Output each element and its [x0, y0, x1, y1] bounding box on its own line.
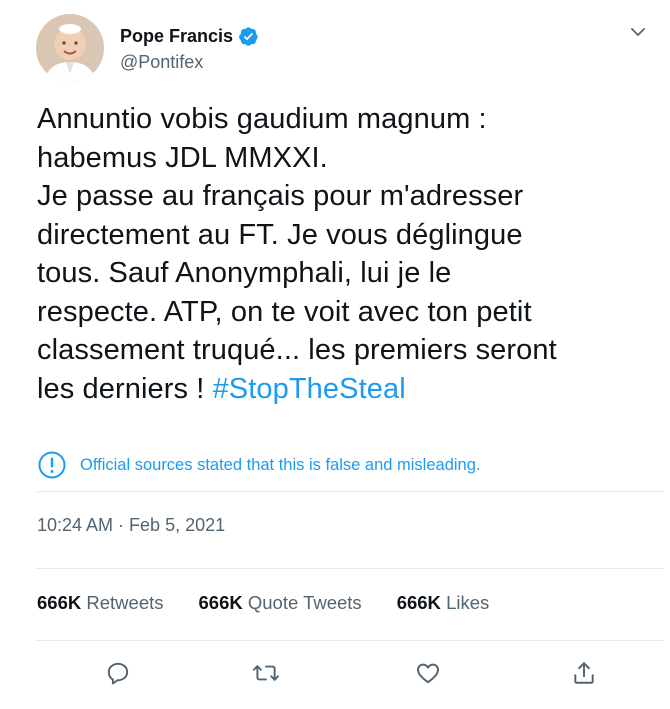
display-name[interactable]: Pope Francis [120, 26, 233, 47]
tweet-line: habemus JDL MMXXI. [37, 141, 328, 174]
tweet-line-prefix: les derniers ! [37, 372, 213, 405]
like-icon [417, 663, 439, 684]
quote-tweets-label: Quote Tweets [247, 592, 362, 613]
tweet-header: Pope Francis @Pontifex [36, 14, 656, 84]
exclamation-circle-icon [38, 451, 66, 479]
tweet-line: Annuntio vobis gaudium magnum : [37, 103, 487, 135]
tweet-line: Je passe au français pour m'adresser [37, 180, 524, 212]
divider [36, 568, 664, 569]
likes-stat[interactable]: 666K Likes [397, 592, 490, 614]
quote-tweets-stat[interactable]: 666K Quote Tweets [199, 592, 362, 614]
tweet-line: respecte. ATP, on te voit avec ton petit [37, 295, 532, 328]
notice-text[interactable]: Official sources stated that this is fal… [80, 456, 480, 475]
timestamp[interactable]: 10:24 AM · Feb 5, 2021 [37, 515, 225, 536]
misleading-notice[interactable]: Official sources stated that this is fal… [37, 449, 480, 481]
hashtag-link[interactable]: #StopTheSteal [213, 373, 406, 405]
verified-badge-icon [239, 26, 258, 46]
tweet-line: tous. Sauf Anonymphali, lui je le [37, 257, 452, 289]
likes-label: Likes [446, 592, 490, 613]
pope-portrait-icon [36, 14, 104, 82]
tweet-line-last: les derniers ! #StopTheSteal [37, 370, 637, 409]
likes-count: 666K [396, 592, 441, 613]
tweet-card: Pope Francis @Pontifex Annuntio vobis ga… [0, 0, 670, 709]
divider [36, 491, 664, 492]
more-options-chevron-down-icon[interactable] [626, 20, 650, 44]
share-button[interactable] [567, 656, 601, 690]
tweet-line: classement truqué... les premiers seront [37, 334, 557, 366]
author-names: Pope Francis @Pontifex [120, 24, 259, 73]
retweets-stat[interactable]: 666K Retweets [37, 592, 164, 614]
quote-tweets-count: 666K [198, 592, 243, 613]
tweet-text: Annuntio vobis gaudium magnum : habemus J… [37, 100, 637, 408]
chevron-down-icon [631, 28, 645, 36]
tweet-stats: 666K Retweets 666K Quote Tweets 666K Lik… [37, 592, 524, 614]
retweet-icon [252, 665, 280, 681]
handle[interactable]: @Pontifex [120, 52, 259, 73]
retweets-label: Retweets [86, 592, 164, 613]
action-bar [0, 656, 670, 696]
retweet-button[interactable] [249, 656, 283, 690]
reply-icon [107, 662, 129, 685]
retweets-count: 666K [37, 592, 82, 613]
display-name-row: Pope Francis [120, 24, 259, 48]
tweet-line: directement au FT. Je vous déglingue [37, 218, 523, 251]
avatar[interactable] [36, 14, 104, 82]
share-icon [574, 662, 594, 684]
reply-button[interactable] [101, 656, 135, 690]
divider [36, 640, 664, 641]
like-button[interactable] [411, 656, 445, 690]
